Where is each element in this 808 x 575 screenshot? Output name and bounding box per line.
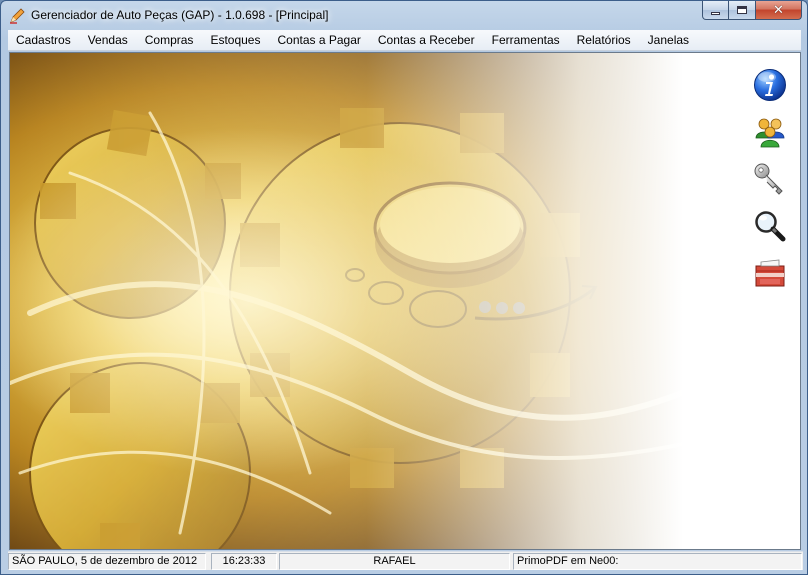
key-icon[interactable] [752, 161, 788, 197]
status-printer: PrimoPDF em Ne00: [513, 553, 802, 570]
menu-contas-a-pagar[interactable]: Contas a Pagar [271, 30, 366, 51]
quick-access-toolbar [752, 67, 792, 302]
status-location-date: SÃO PAULO, 5 de dezembro de 2012 [8, 553, 206, 570]
close-button[interactable]: ✕ [756, 1, 802, 20]
caption-buttons: ✕ [702, 1, 802, 21]
users-icon[interactable] [752, 114, 788, 150]
minimize-icon [711, 11, 720, 15]
main-window: Gerenciador de Auto Peças (GAP) - 1.0.69… [0, 0, 808, 575]
window-title: Gerenciador de Auto Peças (GAP) - 1.0.69… [31, 8, 329, 22]
gears-wallpaper [10, 53, 800, 549]
menu-compras[interactable]: Compras [139, 30, 200, 51]
status-user: RAFAEL [279, 553, 510, 570]
menu-relatorios[interactable]: Relatórios [571, 30, 637, 51]
minimize-button[interactable] [702, 1, 729, 20]
status-time: 16:23:33 [211, 553, 277, 570]
magnifier-icon[interactable] [752, 208, 788, 244]
maximize-button[interactable] [729, 1, 756, 20]
exit-icon[interactable] [752, 255, 788, 291]
menu-bar: Cadastros Vendas Compras Estoques Contas… [8, 30, 801, 51]
maximize-icon [737, 6, 747, 14]
menu-vendas[interactable]: Vendas [82, 30, 134, 51]
menu-contas-a-receber[interactable]: Contas a Receber [372, 30, 481, 51]
mdi-client-area [9, 52, 801, 550]
status-bar: SÃO PAULO, 5 de dezembro de 2012 16:23:3… [8, 551, 803, 570]
menu-cadastros[interactable]: Cadastros [10, 30, 77, 51]
menu-ferramentas[interactable]: Ferramentas [486, 30, 566, 51]
close-icon: ✕ [773, 2, 784, 18]
pencil-icon [10, 8, 25, 24]
menu-janelas[interactable]: Janelas [642, 30, 695, 51]
info-icon[interactable] [752, 67, 788, 103]
menu-estoques[interactable]: Estoques [204, 30, 266, 51]
title-bar[interactable]: Gerenciador de Auto Peças (GAP) - 1.0.69… [1, 1, 807, 31]
